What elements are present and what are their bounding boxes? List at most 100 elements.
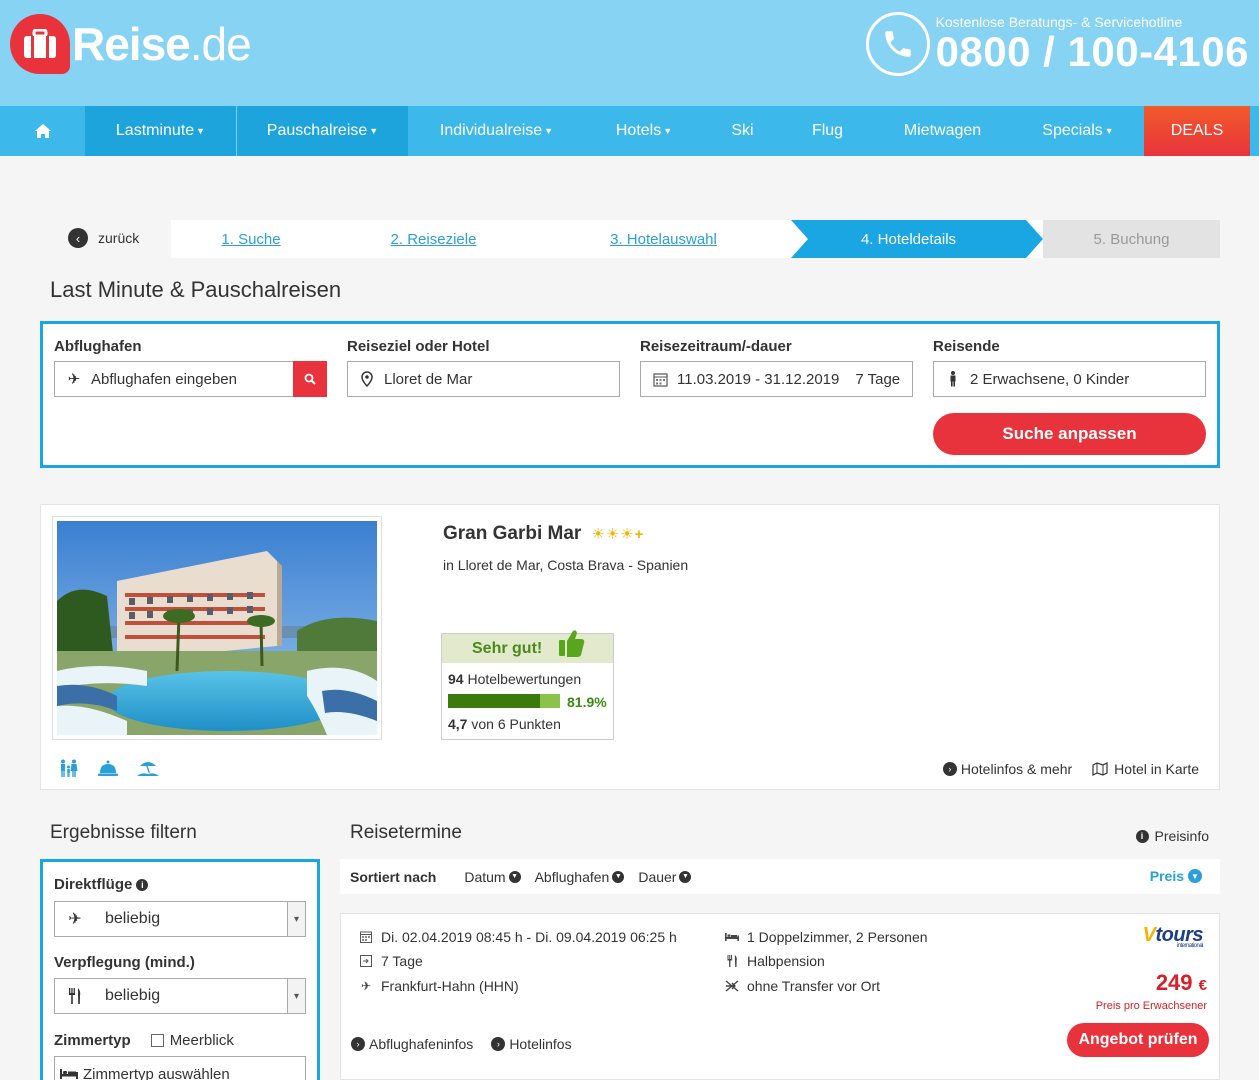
period-input[interactable]: 11.03.2019 - 31.12.2019 7 Tage	[640, 361, 913, 397]
recommendation-bar	[448, 694, 560, 708]
chevron-right-icon: ›	[351, 1037, 365, 1051]
recommendation-bar-fill	[448, 694, 540, 708]
plane-icon: ✈	[360, 979, 372, 993]
price-info-link[interactable]: i Preisinfo	[1135, 828, 1209, 844]
site-header: Reise.de Kostenlose Beratungs- & Service…	[0, 0, 1259, 106]
sort-label: Sortiert nach	[350, 868, 437, 885]
offer-room: 1 Doppelzimmer, 2 Personen	[725, 929, 928, 945]
offer-dates: Di. 02.04.2019 08:45 h - Di. 09.04.2019 …	[359, 929, 677, 945]
hotel-stars: ☀☀☀+	[591, 526, 645, 543]
rating-points: 4,7 von 6 Punkten	[448, 716, 561, 732]
destination-field: Reiseziel oder Hotel Lloret de Mar	[347, 338, 620, 397]
hotel-info-link-label: Hotelinfos & mehr	[960, 761, 1073, 777]
step-reiseziele[interactable]: 2. Reiseziele	[351, 220, 516, 258]
nav-item-mietwagen[interactable]: Mietwagen	[873, 106, 1012, 156]
filter-title: Ergebnisse filtern	[50, 822, 197, 843]
filter-panel: Direktflüge i ✈ beliebig ▾ Verpflegung (…	[40, 859, 320, 1080]
caret-down-icon: ▼	[196, 126, 206, 136]
nav-item-individualreise[interactable]: Individualreise ▼	[408, 106, 585, 156]
nav-item-hotels[interactable]: Hotels ▼	[585, 106, 703, 156]
step-hotelauswahl[interactable]: 3. Hotelauswahl	[561, 220, 766, 258]
search-form: Abflughafen ✈ Abflughafen eingeben Reise…	[40, 321, 1220, 468]
main-nav: Lastminute ▼ Pauschalreise ▼ Individualrei…	[0, 106, 1259, 156]
service-hotline[interactable]: Kostenlose Beratungs- & Servicehotline 0…	[865, 12, 1249, 76]
travellers-input[interactable]: 2 Erwachsene, 0 Kinder	[933, 361, 1206, 397]
bed-icon	[55, 1069, 83, 1079]
back-link[interactable]: ‹ zurück	[68, 228, 139, 248]
check-offer-button[interactable]: Angebot prüfen	[1067, 1023, 1209, 1057]
room-type-select[interactable]: Zimmertyp auswählen	[54, 1056, 306, 1080]
phone-icon	[865, 12, 930, 76]
info-icon[interactable]: i	[136, 878, 149, 891]
nav-item-flug[interactable]: Flug	[782, 106, 873, 156]
chevron-down-icon: ▼	[508, 870, 521, 883]
board-label: Verpflegung (mind.)	[54, 954, 195, 971]
offer-hotel-info-link[interactable]: › Hotelinfos	[491, 1036, 572, 1052]
period-value: 11.03.2019 - 31.12.2019	[677, 370, 840, 388]
step-suche[interactable]: 1. Suche	[171, 220, 331, 258]
home-nav-button[interactable]	[0, 106, 85, 156]
nav-item-lastminute[interactable]: Lastminute ▼	[85, 106, 236, 156]
price-info-label: Preisinfo	[1154, 828, 1209, 844]
beach-icon[interactable]	[137, 759, 159, 777]
direct-flights-label: Direktflüge i	[54, 876, 149, 893]
adjust-search-button[interactable]: Suche anpassen	[933, 413, 1206, 455]
hotline-number[interactable]: 0800 / 100-4106	[936, 30, 1249, 74]
direct-flights-select[interactable]: ✈ beliebig ▾	[54, 901, 306, 937]
direct-flights-value: beliebig	[105, 910, 161, 927]
hotel-location: in Lloret de Mar, Costa Brava - Spanien	[443, 557, 689, 573]
search-icon	[304, 373, 316, 385]
cutlery-icon	[725, 955, 739, 967]
sort-by-date[interactable]: Datum ▼	[464, 869, 521, 885]
map-pin-icon	[358, 371, 376, 387]
room-type-placeholder: Zimmertyp auswählen	[83, 1065, 230, 1080]
offer-duration: 7 Tage	[359, 953, 423, 969]
seaview-checkbox[interactable]	[150, 1034, 164, 1047]
family-icon[interactable]	[59, 759, 79, 777]
nav-item-pauschalreise[interactable]: Pauschalreise ▼	[237, 106, 408, 156]
back-label: zurück	[98, 230, 140, 246]
nav-item-specials[interactable]: Specials ▼	[1012, 106, 1144, 156]
offer-board-text: Halbpension	[747, 953, 825, 969]
plane-icon: ✈	[67, 371, 81, 388]
step-buchung: 5. Buchung	[1043, 220, 1220, 258]
chevron-down-icon: ▼	[612, 870, 625, 883]
hotel-map-link[interactable]: Hotel in Karte	[1092, 761, 1199, 777]
rating-verdict-text: Sehr gut!	[472, 639, 543, 657]
sort-by-price[interactable]: Preis ▼	[1150, 868, 1202, 884]
no-transfer-icon	[725, 980, 739, 992]
airport-info-link[interactable]: › Abflughafeninfos	[351, 1036, 473, 1052]
departure-search-button[interactable]	[293, 361, 327, 397]
room-service-icon[interactable]	[97, 759, 119, 777]
sort-by-airport[interactable]: Abflughafen ▼	[535, 869, 625, 885]
nav-item-ski[interactable]: Ski	[703, 106, 782, 156]
offer-room-text: 1 Doppelzimmer, 2 Personen	[747, 929, 928, 945]
hotel-info-link[interactable]: › Hotelinfos & mehr	[942, 761, 1073, 777]
calendar-icon	[359, 931, 373, 943]
room-type-label: Zimmertyp Meerblick	[54, 1032, 234, 1049]
recommendation-percent: 81.9%	[567, 694, 607, 710]
amenity-icons	[59, 759, 159, 777]
caret-down-icon: ▼	[369, 126, 379, 136]
offer-transfer-text: ohne Transfer vor Ort	[747, 978, 881, 994]
bed-icon	[725, 933, 739, 941]
person-icon	[944, 371, 962, 387]
hotel-map-link-label: Hotel in Karte	[1114, 761, 1199, 777]
step-hoteldetails-label: 4. Hoteldetails	[860, 230, 957, 248]
departure-input[interactable]: ✈ Abflughafen eingeben	[54, 361, 327, 397]
chevron-down-icon: ▾	[287, 902, 305, 936]
rating-box[interactable]: Sehr gut! 94 Hotelbewertungen 81.9% 4,7 …	[441, 630, 614, 740]
hotel-photo[interactable]	[52, 516, 382, 740]
chevron-right-icon: ›	[942, 762, 957, 776]
step-hoteldetails: 4. Hoteldetails	[791, 220, 1043, 258]
duration-icon	[359, 955, 373, 967]
board-select[interactable]: beliebig ▾	[54, 978, 306, 1014]
travellers-label: Reisende	[933, 338, 1000, 355]
thumbs-up-icon	[557, 628, 585, 663]
offer-airport-text: Frankfurt-Hahn (HHN)	[381, 978, 519, 994]
destination-input[interactable]: Lloret de Mar	[347, 361, 620, 397]
site-logo[interactable]: Reise.de	[10, 14, 252, 74]
nav-item-deals[interactable]: DEALS	[1144, 106, 1250, 156]
sort-by-duration[interactable]: Dauer ▼	[638, 869, 692, 885]
offer-board: Halbpension	[725, 953, 825, 969]
